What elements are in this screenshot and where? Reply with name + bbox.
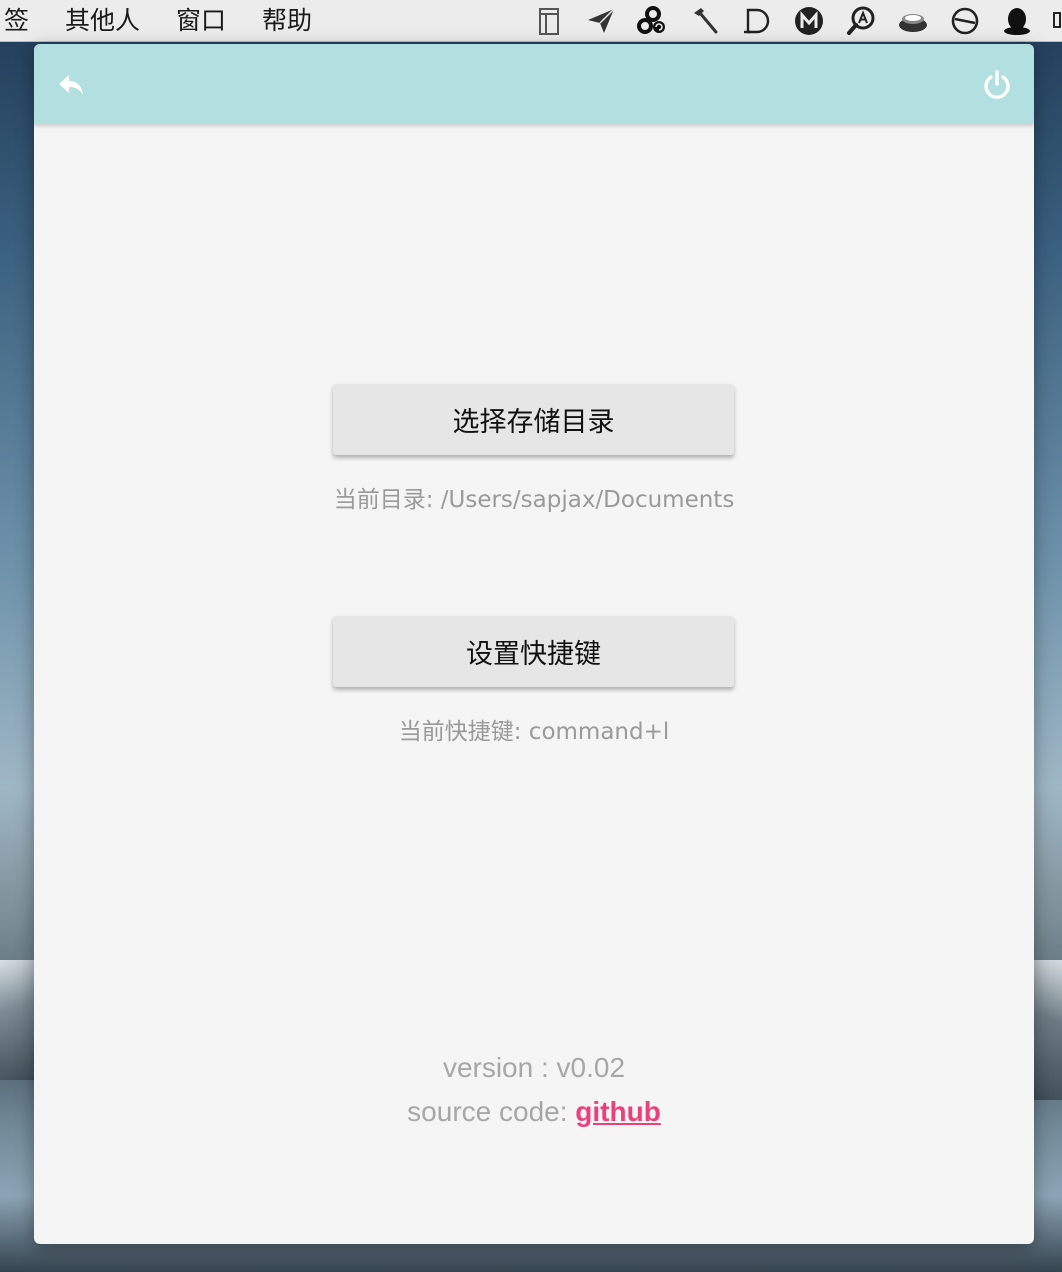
power-icon[interactable] <box>978 66 1016 104</box>
reply-arrow-icon[interactable] <box>52 66 90 104</box>
choose-directory-button[interactable]: 选择存储目录 <box>333 384 734 455</box>
paper-plane-icon[interactable] <box>584 4 618 38</box>
menu-item-others[interactable]: 其他人 <box>47 0 158 42</box>
menu-item-window[interactable]: 窗口 <box>158 0 244 42</box>
version-text: version : v0.02 <box>442 1052 626 1083</box>
wallpaper-mountain-left <box>0 960 36 1080</box>
source-code-label: source code: <box>407 1096 576 1127</box>
current-hotkey-text: 当前快捷键: command+l <box>398 719 670 745</box>
m-circle-icon[interactable] <box>792 4 826 38</box>
search-a-icon[interactable] <box>844 4 878 38</box>
circle-slash-icon[interactable] <box>948 4 982 38</box>
github-link[interactable]: github <box>575 1096 661 1127</box>
menu-item-sign[interactable]: 签 <box>0 0 47 42</box>
app-content: 选择存储目录 当前目录: /Users/sapjax/Documents 设置快… <box>34 124 1034 1244</box>
app-toolbar <box>34 44 1034 124</box>
coffee-cup-icon[interactable] <box>896 4 930 38</box>
menu-item-help[interactable]: 帮助 <box>244 0 330 42</box>
set-hotkey-button[interactable]: 设置快捷键 <box>333 616 734 687</box>
menu-bar-items: 签 其他人 窗口 帮助 <box>0 0 330 42</box>
sidebar-panel-icon[interactable] <box>532 4 566 38</box>
app-window: 选择存储目录 当前目录: /Users/sapjax/Documents 设置快… <box>34 44 1034 1244</box>
source-code-line: source code: github <box>34 1096 1034 1128</box>
menu-extra-icon[interactable] <box>1052 4 1062 38</box>
cloud-sync-icon[interactable] <box>636 4 670 38</box>
system-menu-bar: 签 其他人 窗口 帮助 <box>0 0 1062 42</box>
hammer-icon[interactable] <box>688 4 722 38</box>
current-directory-text: 当前目录: /Users/sapjax/Documents <box>333 487 735 513</box>
qq-penguin-icon[interactable] <box>1000 4 1034 38</box>
dash-d-icon[interactable] <box>740 4 774 38</box>
status-bar-icons <box>532 0 1062 42</box>
